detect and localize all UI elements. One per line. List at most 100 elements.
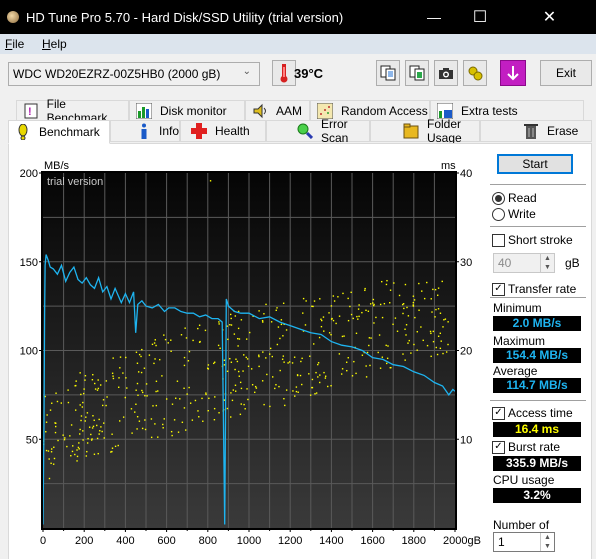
access-time-readout: 16.4 ms: [493, 422, 581, 437]
separator: [490, 400, 586, 401]
file-benchmark-icon: !: [23, 103, 39, 119]
magnifier-icon: [297, 123, 313, 139]
short-stroke-value: 40: [498, 256, 512, 270]
copy-text-button[interactable]: [376, 60, 400, 86]
svg-text:!: !: [28, 106, 32, 118]
maximize-button[interactable]: ☐: [457, 0, 503, 34]
average-readout: 114.7 MB/s: [493, 378, 581, 393]
tab-error-scan[interactable]: Error Scan: [266, 117, 370, 145]
read-label: Read: [508, 191, 537, 205]
transfer-rate-box[interactable]: ✓: [492, 282, 505, 296]
trash-icon: [523, 123, 539, 139]
separator: [490, 184, 586, 185]
tab-label: Disk monitor: [160, 104, 227, 118]
access-time-box[interactable]: ✓: [492, 406, 505, 420]
tab-aam[interactable]: AAM: [245, 100, 310, 122]
drive-select-value: WDC WD20EZRZ-00Z5HB0 (2000 gB): [13, 67, 221, 81]
copy-screenshot-icon: [409, 65, 425, 81]
thermometer-icon: [280, 64, 288, 83]
access-time-checkbox[interactable]: ✓ Access time: [492, 406, 573, 420]
cpu-usage-label: CPU usage: [493, 473, 555, 487]
tab-label: Folder Usage: [427, 117, 462, 145]
radio-read-indicator[interactable]: [492, 191, 505, 205]
minimize-button[interactable]: —: [411, 0, 457, 34]
radio-write-indicator[interactable]: [492, 207, 505, 221]
burst-rate-checkbox[interactable]: ✓ Burst rate: [492, 440, 560, 454]
separator: [490, 297, 586, 298]
temperature-button[interactable]: [272, 60, 296, 86]
menu-file[interactable]: File: [5, 37, 24, 51]
exit-button[interactable]: Exit: [540, 60, 592, 86]
tab-label: Info: [158, 124, 179, 138]
tab-label: AAM: [276, 104, 303, 118]
tab-label: Error Scan: [321, 117, 349, 145]
tab-file-benchmark[interactable]: ! File Benchmark: [16, 97, 129, 125]
average-label: Average: [493, 364, 538, 378]
toolbar: WDC WD20EZRZ-00Z5HB0 (2000 gB) ⌄ 39°C Ex…: [0, 54, 596, 94]
transfer-rate-checkbox[interactable]: ✓ Transfer rate: [492, 282, 576, 296]
camera-icon: [439, 68, 453, 79]
tab-health[interactable]: Health: [180, 120, 266, 142]
info-icon: [137, 123, 151, 139]
save-button[interactable]: [500, 60, 526, 86]
write-radio[interactable]: Write: [492, 207, 536, 221]
tab-label: Random Access: [341, 104, 428, 118]
tab-folder-usage[interactable]: Folder Usage: [370, 117, 480, 145]
benchmark-icon: [15, 124, 31, 140]
temperature-readout: 39°C: [294, 66, 324, 81]
menu-help[interactable]: Help: [42, 37, 67, 51]
maximum-label: Maximum: [493, 334, 546, 348]
cpu-usage-readout: 3.2%: [493, 488, 581, 503]
close-button[interactable]: ✕: [503, 0, 596, 34]
minimum-readout: 2.0 MB/s: [493, 316, 581, 331]
short-stroke-box[interactable]: [492, 233, 505, 247]
tab-strip: ! File Benchmark Disk monitor AAM Random…: [8, 97, 592, 145]
tab-info[interactable]: Info: [110, 120, 180, 142]
minimum-label: Minimum: [493, 301, 542, 315]
menu-file-label: ile: [12, 37, 25, 51]
short-stroke-checkbox[interactable]: Short stroke: [492, 233, 573, 247]
short-stroke-unit: gB: [565, 256, 580, 270]
menu-help-label: elp: [50, 37, 67, 51]
tab-label: Health: [215, 124, 250, 138]
passes-value: 1: [498, 535, 505, 549]
copy-text-icon: [380, 65, 396, 81]
burst-rate-label: Burst rate: [508, 440, 561, 454]
options-button[interactable]: [463, 60, 487, 86]
separator: [490, 226, 586, 227]
arrow-down-icon: [507, 66, 519, 81]
passes-input[interactable]: 1 ▲ ▼: [493, 532, 555, 552]
disk-monitor-icon: [136, 103, 152, 119]
transfer-rate-label: Transfer rate: [508, 282, 577, 296]
screenshot-button[interactable]: [434, 60, 458, 86]
health-cross-icon: [191, 123, 207, 139]
write-label: Write: [508, 207, 536, 221]
start-button[interactable]: Start: [497, 154, 573, 174]
spinner-arrows-icon[interactable]: ▲ ▼: [540, 254, 554, 272]
options-icon: [468, 66, 483, 81]
tab-label: Erase: [547, 124, 579, 138]
burst-rate-readout: 335.9 MB/s: [493, 456, 581, 471]
app-icon: [7, 11, 19, 23]
tab-benchmark[interactable]: Benchmark: [8, 120, 110, 144]
menu-bar: File Help: [0, 34, 596, 54]
folder-icon: [403, 123, 419, 139]
tab-label: Extra tests: [461, 104, 518, 118]
tab-erase[interactable]: Erase: [480, 120, 592, 142]
chevron-down-icon: ⌄: [242, 66, 251, 77]
access-time-label: Access time: [508, 406, 573, 420]
drive-select[interactable]: WDC WD20EZRZ-00Z5HB0 (2000 gB) ⌄: [8, 62, 260, 86]
short-stroke-label: Short stroke: [508, 233, 573, 247]
tab-disk-monitor[interactable]: Disk monitor: [129, 100, 245, 122]
menu-help-mnemonic: H: [42, 37, 51, 51]
burst-rate-box[interactable]: ✓: [492, 440, 505, 454]
spinner-arrows-icon[interactable]: ▲ ▼: [540, 533, 554, 551]
copy-screenshot-button[interactable]: [405, 60, 429, 86]
read-radio[interactable]: Read: [492, 191, 537, 205]
speaker-icon: [252, 103, 268, 119]
window-title: HD Tune Pro 5.70 - Hard Disk/SSD Utility…: [26, 10, 344, 25]
tab-label: Benchmark: [39, 125, 100, 139]
short-stroke-input[interactable]: 40 ▲ ▼: [493, 253, 555, 273]
title-bar: HD Tune Pro 5.70 - Hard Disk/SSD Utility…: [0, 0, 596, 34]
maximum-readout: 154.4 MB/s: [493, 348, 581, 363]
